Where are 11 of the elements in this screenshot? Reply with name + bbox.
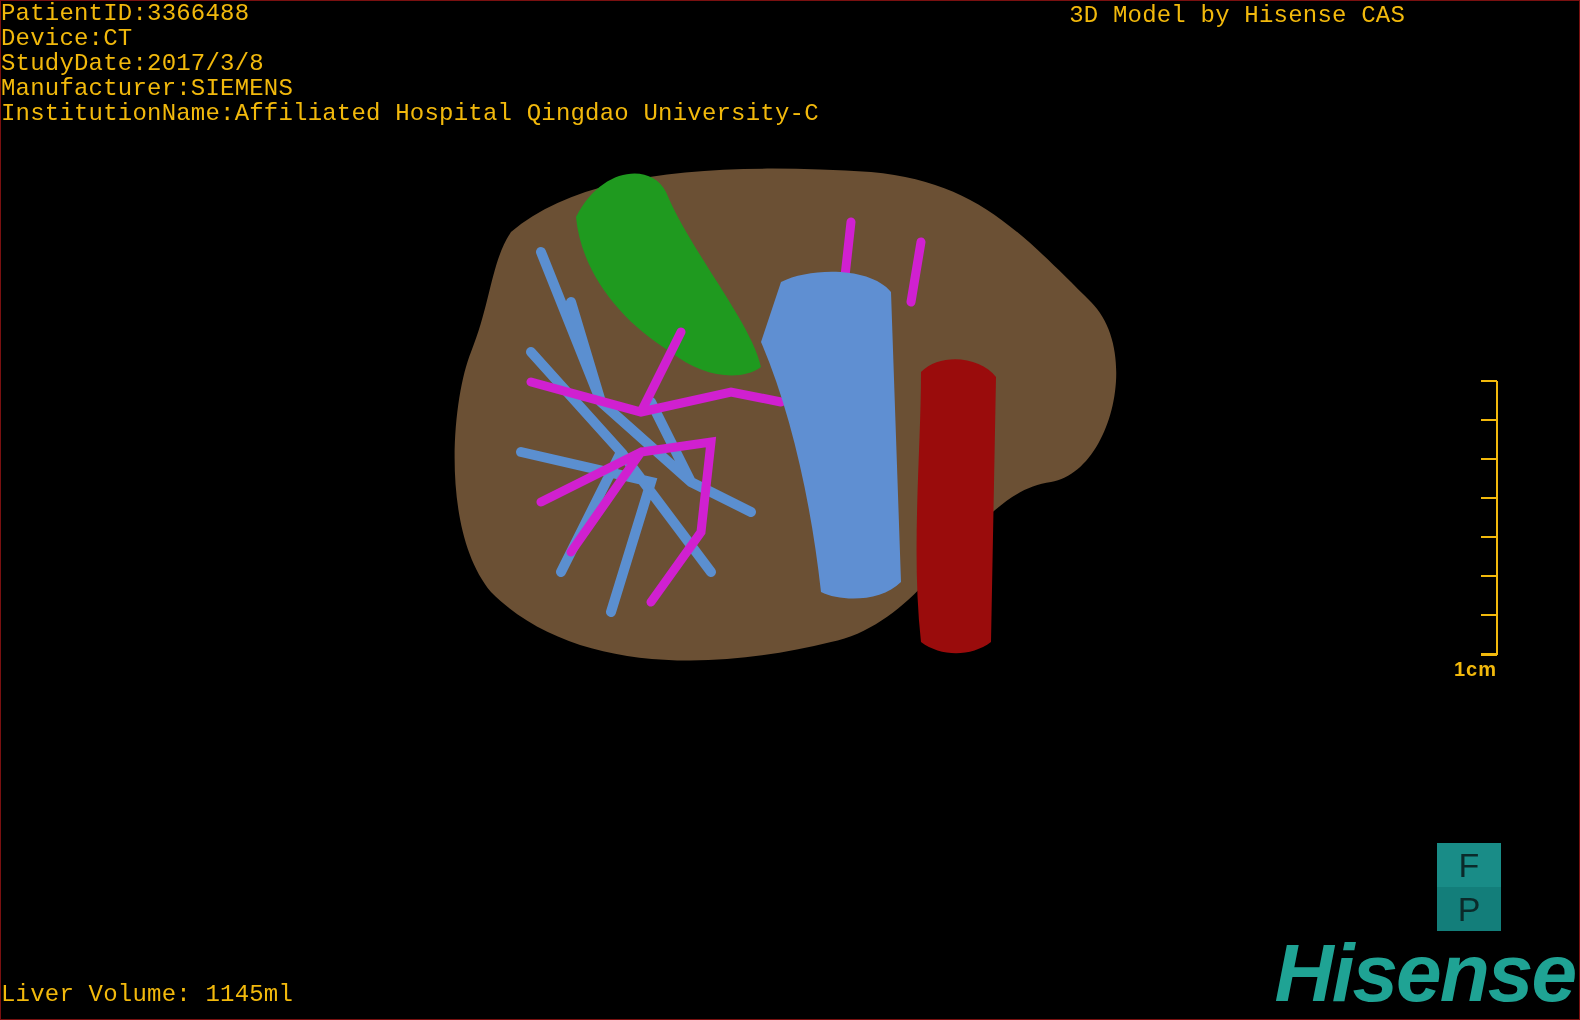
orientation-cube-face[interactable]: P xyxy=(1437,887,1501,931)
patient-info-line: PatientID:3366488 xyxy=(1,1,251,26)
viewer-title: 3D Model by Hisense CAS xyxy=(1069,3,1405,28)
scale-label: 1cm xyxy=(1453,658,1497,681)
patient-info-line: Device:CT xyxy=(1,26,134,51)
patient-info-line: Manufacturer:SIEMENS xyxy=(1,76,295,101)
liver-volume: Liver Volume: 1145ml xyxy=(1,982,294,1007)
patient-info-line: StudyDate:2017/3/8 xyxy=(1,51,265,76)
brand-logo: Hisense xyxy=(1274,939,1575,1007)
orientation-cube-face[interactable]: F xyxy=(1437,843,1501,887)
patient-info-line: InstitutionName:Affiliated Hospital Qingdao University-C xyxy=(1,101,819,126)
